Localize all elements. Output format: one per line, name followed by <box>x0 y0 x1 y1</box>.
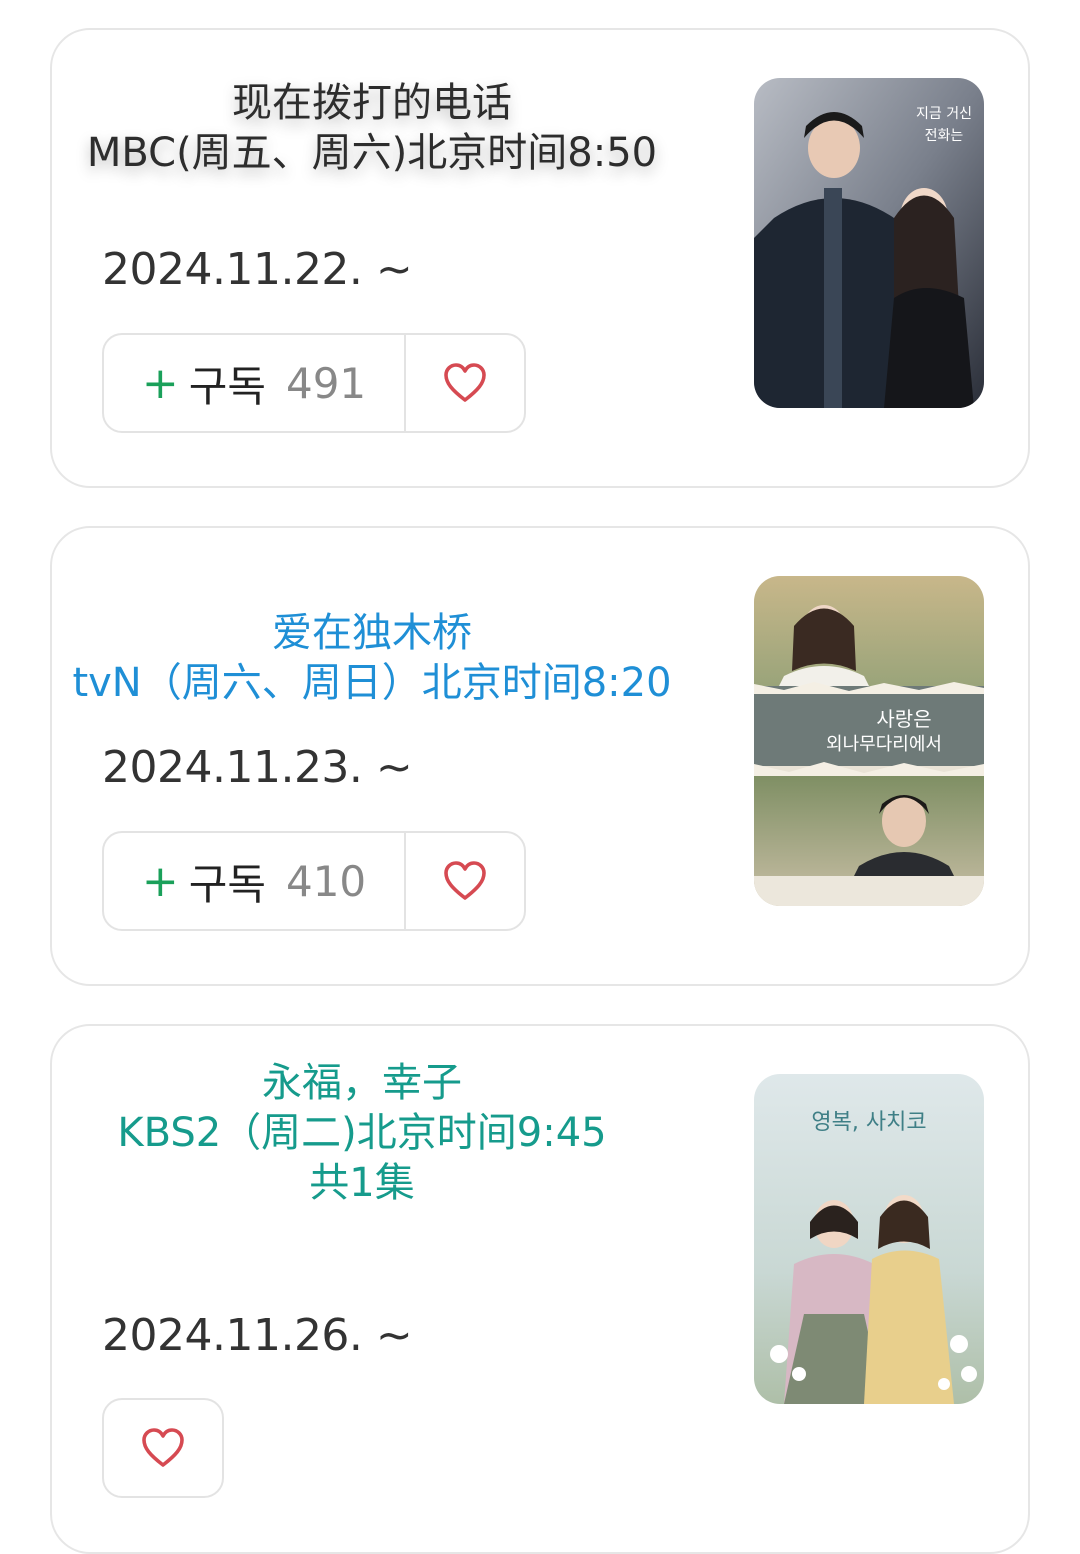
poster-text: 전화는 <box>925 128 964 144</box>
drama-poster[interactable]: 사랑은 외나무다리에서 <box>754 576 984 906</box>
drama-title: 永福，幸子 KBS2（周二)北京时间9:45 共1集 <box>52 1058 672 1208</box>
drama-broadcast-info: KBS2（周二)北京时间9:45 <box>117 1110 607 1156</box>
plus-icon: + <box>141 357 179 409</box>
drama-broadcast-info: MBC(周五、周六)北京时间8:50 <box>86 130 658 176</box>
like-button[interactable] <box>406 833 524 929</box>
subscribe-button[interactable]: + 구독 410 <box>104 833 406 929</box>
poster-image: 사랑은 외나무다리에서 <box>754 576 984 906</box>
subscribe-label: 구독 <box>188 859 266 909</box>
drama-title-name: 现在拨打的电话 <box>232 80 512 126</box>
drama-broadcast-info: tvN（周六、周日）北京时间8:20 <box>72 660 672 706</box>
drama-poster[interactable]: 영복, 사치코 <box>754 1074 984 1404</box>
like-button[interactable] <box>104 1400 222 1496</box>
drama-title-name: 爱在独木桥 <box>272 610 472 656</box>
plus-icon: + <box>141 855 179 907</box>
poster-image: 지금 거신 전화는 <box>754 78 984 408</box>
action-group: + 구독 491 <box>102 333 526 433</box>
subscribe-count: 410 <box>285 856 367 906</box>
poster-text: 영복, 사치코 <box>811 1110 926 1135</box>
drama-start-date: 2024.11.22. ~ <box>102 244 413 295</box>
subscribe-button[interactable]: + 구독 491 <box>104 335 406 431</box>
heart-icon <box>444 861 486 900</box>
drama-episode-info: 共1集 <box>309 1160 415 1206</box>
drama-card[interactable]: 永福，幸子 KBS2（周二)北京时间9:45 共1集 2024.11.26. ~… <box>50 1024 1030 1554</box>
action-group: + 구독 410 <box>102 831 526 931</box>
subscribe-label: 구독 <box>188 361 266 411</box>
poster-text: 사랑은 <box>876 707 931 731</box>
action-group <box>102 1398 224 1498</box>
heart-icon <box>444 363 486 402</box>
subscribe-count: 491 <box>285 358 367 408</box>
drama-poster[interactable]: 지금 거신 전화는 <box>754 78 984 408</box>
drama-start-date: 2024.11.26. ~ <box>102 1310 413 1361</box>
drama-title: 爱在独木桥 tvN（周六、周日）北京时间8:20 <box>52 608 692 708</box>
like-button[interactable] <box>406 335 524 431</box>
poster-text: 외나무다리에서 <box>826 734 942 755</box>
poster-text: 지금 거신 <box>916 106 972 122</box>
drama-card[interactable]: 爱在独木桥 tvN（周六、周日）北京时间8:20 2024.11.23. ~ +… <box>50 526 1030 986</box>
heart-icon <box>142 1428 184 1467</box>
drama-card[interactable]: 现在拨打的电话 MBC(周五、周六)北京时间8:50 2024.11.22. ~… <box>50 28 1030 488</box>
drama-start-date: 2024.11.23. ~ <box>102 742 413 793</box>
drama-title: 现在拨打的电话 MBC(周五、周六)北京时间8:50 <box>52 78 692 178</box>
drama-title-name: 永福，幸子 <box>262 1060 462 1106</box>
poster-image: 영복, 사치코 <box>754 1074 984 1404</box>
